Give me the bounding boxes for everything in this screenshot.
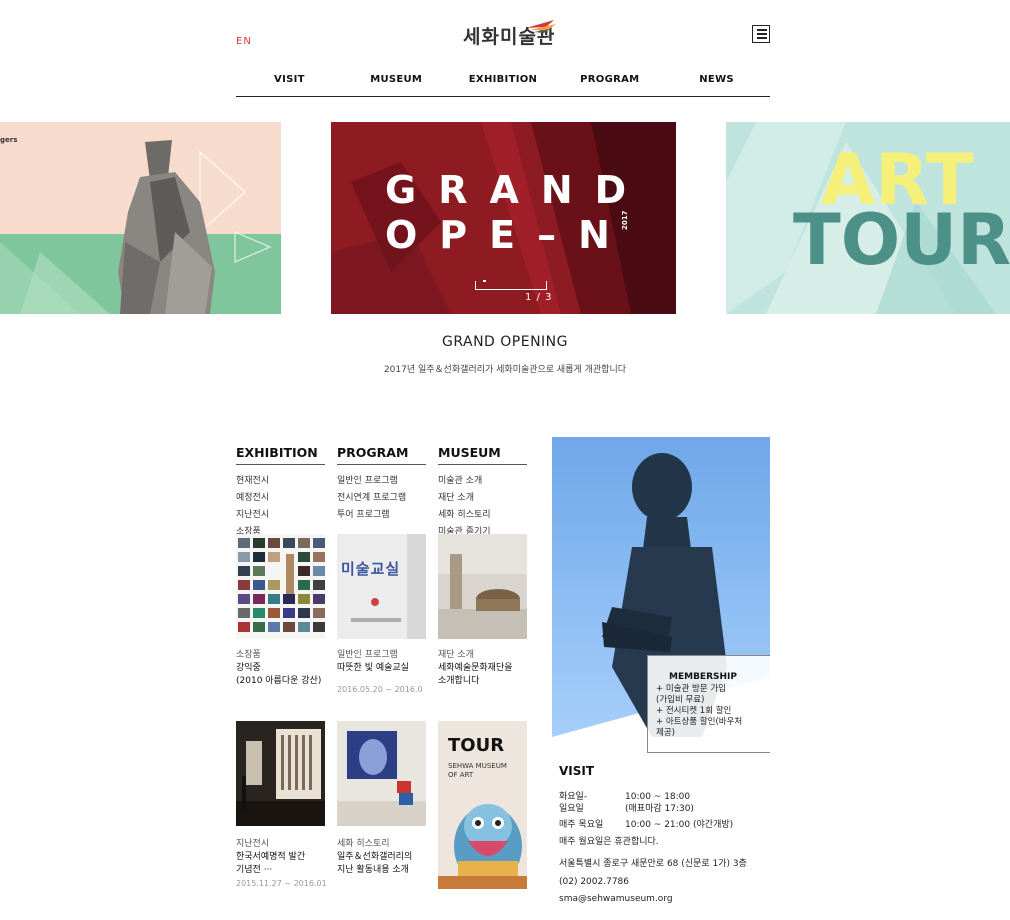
classroom-sign: 미술교실 [341,560,401,578]
nav-exhibition[interactable]: EXHIBITION [450,74,557,96]
collection-grid-image [236,534,325,639]
nav-program[interactable]: PROGRAM [556,74,663,96]
card-title: 강익중 [236,663,261,673]
visit-address: 서울특별시 종로구 새문안로 68 (신문로 1가) 3층 [559,859,747,869]
slide-year: 2017 [621,210,629,230]
card-history[interactable]: 세화 히스토리 일주＆선화갤러리의 지난 활동내용 소개 [337,721,426,877]
card-category: 소장품 [236,650,261,660]
card-collection[interactable]: 소장품 강익중 (2010 아름다운 강산) [236,534,325,688]
visit-hours: 화요일- 10:00 ~ 18:00 일요일 (매표마감 17:30) 매주 목… [559,791,769,905]
card-image [337,721,426,826]
exhibition-title[interactable]: EXHIBITION [236,445,325,465]
card-title: 따뜻한 빛 예술교실 [337,663,409,673]
membership-item: + 미술관 방문 가입 [656,684,726,694]
visit-day: 화요일- [559,792,588,802]
exhibition-link-current[interactable]: 현재전시 [236,473,325,490]
museum-column: MUSEUM 미술관 소개 재단 소개 세화 히스토리 미술관 즐기기 [438,445,527,541]
classroom-image [337,534,426,639]
main-nav: VISIT MUSEUM EXHIBITION PROGRAM NEWS [236,74,770,97]
membership-item: + 전시티켓 1회 할인 [656,706,732,716]
card-image [438,534,527,639]
membership-item: + 아트상품 할인(바우처 [656,717,743,727]
card-category: 세화 히스토리 [337,839,390,849]
visit-email[interactable]: sma@sehwamuseum.org [559,893,769,905]
nav-museum[interactable]: MUSEUM [343,74,450,96]
museum-title[interactable]: MUSEUM [438,445,527,465]
language-toggle[interactable]: EN [236,36,252,47]
museum-link-about[interactable]: 미술관 소개 [438,473,527,490]
program-column: PROGRAM 일반인 프로그램 전시연계 프로그램 투어 프로그램 [337,445,426,524]
membership-panel[interactable]: MEMBERSHIP + 미술관 방문 가입 (가입비 무료) + 전시티켓 1… [647,655,770,753]
card-past-exhibition[interactable]: 지난전시 한국서예명적 발간 기념전 ··· 2015.11.27 ~ 2016… [236,721,327,890]
card-date: 2015.11.27 ~ 2016.01 [236,879,327,888]
slide-prev-artwork [0,140,281,314]
logo-mark-icon [526,20,556,33]
card-title: 세화예술문화재단을 [438,663,513,673]
card-program[interactable]: 미술교실 일반인 프로그램 따뜻한 빛 예술교실 2016.05.20 ~ 20… [337,534,426,696]
membership-title: MEMBERSHIP [669,672,737,682]
hamburger-menu-icon[interactable] [752,25,770,43]
slide-grand-open-word: GRAND OPE–N [385,168,648,258]
nav-news[interactable]: NEWS [663,74,770,96]
tour-card-title: TOUR [448,735,505,756]
slide-tour-word: TOUR [793,199,1010,281]
visit-time: (매표마감 17:30) [625,804,694,814]
tour-card-sub2: OF ART [448,771,474,779]
slide-description: 2017년 일주＆선화갤러리가 세화미술관으로 새롭게 개관합니다 [383,365,627,375]
exhibition-column: EXHIBITION 현재전시 예정전시 지난전시 소장품 [236,445,325,541]
card-category: 일반인 프로그램 [337,650,398,660]
card-subtitle: (2010 아름다운 강산) [236,676,322,686]
visit-time: 10:00 ~ 18:00 [625,792,691,802]
program-link-exhibition[interactable]: 전시연계 프로그램 [337,490,426,507]
card-date: 2016.05.20 ~ 2016.0 [337,685,423,694]
card-image [236,721,325,826]
card-tour[interactable]: TOUR SEHWA MUSEUM OF ART [438,721,527,889]
calligraphy-room-image [236,721,325,826]
exhibition-link-past[interactable]: 지난전시 [236,507,325,524]
slide-word-line2: OPE–N [385,213,632,257]
slide-art-tour-word: ART TOUR [793,145,1010,281]
card-subtitle: 소개합니다 [438,676,480,686]
visit-closed: 매주 월요일은 휴관합니다. [559,837,659,847]
visit-title: VISIT [559,764,595,778]
card-title: 한국서예명적 발간 [236,852,306,862]
museum-link-history[interactable]: 세화 히스토리 [438,507,527,524]
gallery-image [438,534,527,639]
card-image: 미술교실 [337,534,426,639]
museum-link-foundation[interactable]: 재단 소개 [438,490,527,507]
program-link-general[interactable]: 일반인 프로그램 [337,473,426,490]
tour-card-sub1: SEHWA MUSEUM [448,762,507,770]
slide-word-line1: GRAND [385,168,649,212]
nav-visit[interactable]: VISIT [236,74,343,96]
card-subtitle: 기념전 ··· [236,865,273,875]
slider-progress-dot [483,280,486,282]
exhibition-link-upcoming[interactable]: 예정전시 [236,490,325,507]
card-category: 지난전시 [236,839,270,849]
card-subtitle: 지난 활동내용 소개 [337,865,409,875]
tour-card-artwork [438,804,527,889]
visit-day: 일요일 [559,804,584,814]
slide-prev-label: gers [0,136,18,144]
slide-prev[interactable] [0,122,281,314]
membership-item: (가입비 무료) [656,695,705,705]
love-sculpture-image [337,721,426,826]
program-link-tour[interactable]: 투어 프로그램 [337,507,426,524]
slide-title: GRAND OPENING [441,334,569,350]
slider-progress-bracket [475,281,547,290]
slider-pager: 1 / 3 [525,292,553,303]
membership-item: 제공) [656,728,675,738]
card-foundation[interactable]: 재단 소개 세화예술문화재단을 소개합니다 [438,534,527,688]
visit-time: 10:00 ~ 21:00 (야간개방) [625,820,734,830]
card-title: 일주＆선화갤러리의 [337,852,413,862]
card-image [236,534,325,639]
visit-day: 매주 목요일 [559,820,604,830]
program-title[interactable]: PROGRAM [337,445,426,465]
visit-phone[interactable]: (02) 2002.7786 [559,876,769,888]
card-category: 재단 소개 [438,650,474,660]
